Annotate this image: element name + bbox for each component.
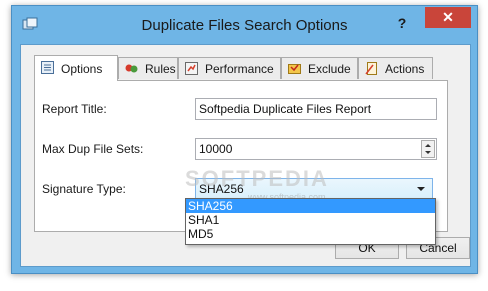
watermark: SOFTPEDIA (185, 166, 329, 191)
spin-down-icon[interactable] (425, 151, 431, 154)
rules-icon (125, 62, 138, 75)
max-dup-label: Max Dup File Sets: (42, 142, 144, 156)
actions-icon (365, 62, 378, 75)
option-sha1[interactable]: SHA1 (186, 213, 435, 227)
tab-performance[interactable]: Performance (178, 57, 281, 79)
tab-label: Performance (205, 62, 274, 76)
tab-rules[interactable]: Rules (118, 57, 178, 79)
tab-label: Rules (145, 62, 176, 76)
options-icon (41, 61, 54, 74)
option-sha256[interactable]: SHA256 (186, 199, 435, 213)
spin-up-icon[interactable] (425, 144, 431, 147)
option-md5[interactable]: MD5 (186, 227, 435, 241)
title-bar[interactable]: Duplicate Files Search Options ? ✕ (12, 6, 477, 44)
report-title-field[interactable]: Softpedia Duplicate Files Report (195, 98, 437, 120)
report-title-label: Report Title: (42, 102, 107, 116)
performance-icon (185, 62, 198, 75)
signature-type-label: Signature Type: (42, 182, 126, 196)
close-button[interactable]: ✕ (425, 7, 471, 28)
chevron-down-icon (417, 187, 425, 191)
tab-actions[interactable]: Actions (358, 57, 433, 79)
exclude-icon (288, 62, 301, 75)
tab-options[interactable]: Options (34, 55, 118, 81)
signature-dropdown-list[interactable]: SHA256 SHA1 MD5 (185, 198, 436, 245)
max-dup-value: 10000 (199, 142, 233, 156)
tab-label: Exclude (308, 62, 351, 76)
max-dup-field[interactable]: 10000 (195, 138, 437, 160)
tab-label: Options (61, 62, 103, 76)
spinner[interactable] (421, 140, 435, 158)
tab-exclude[interactable]: Exclude (281, 57, 358, 79)
tab-label: Actions (385, 62, 425, 76)
help-button[interactable]: ? (390, 12, 414, 34)
